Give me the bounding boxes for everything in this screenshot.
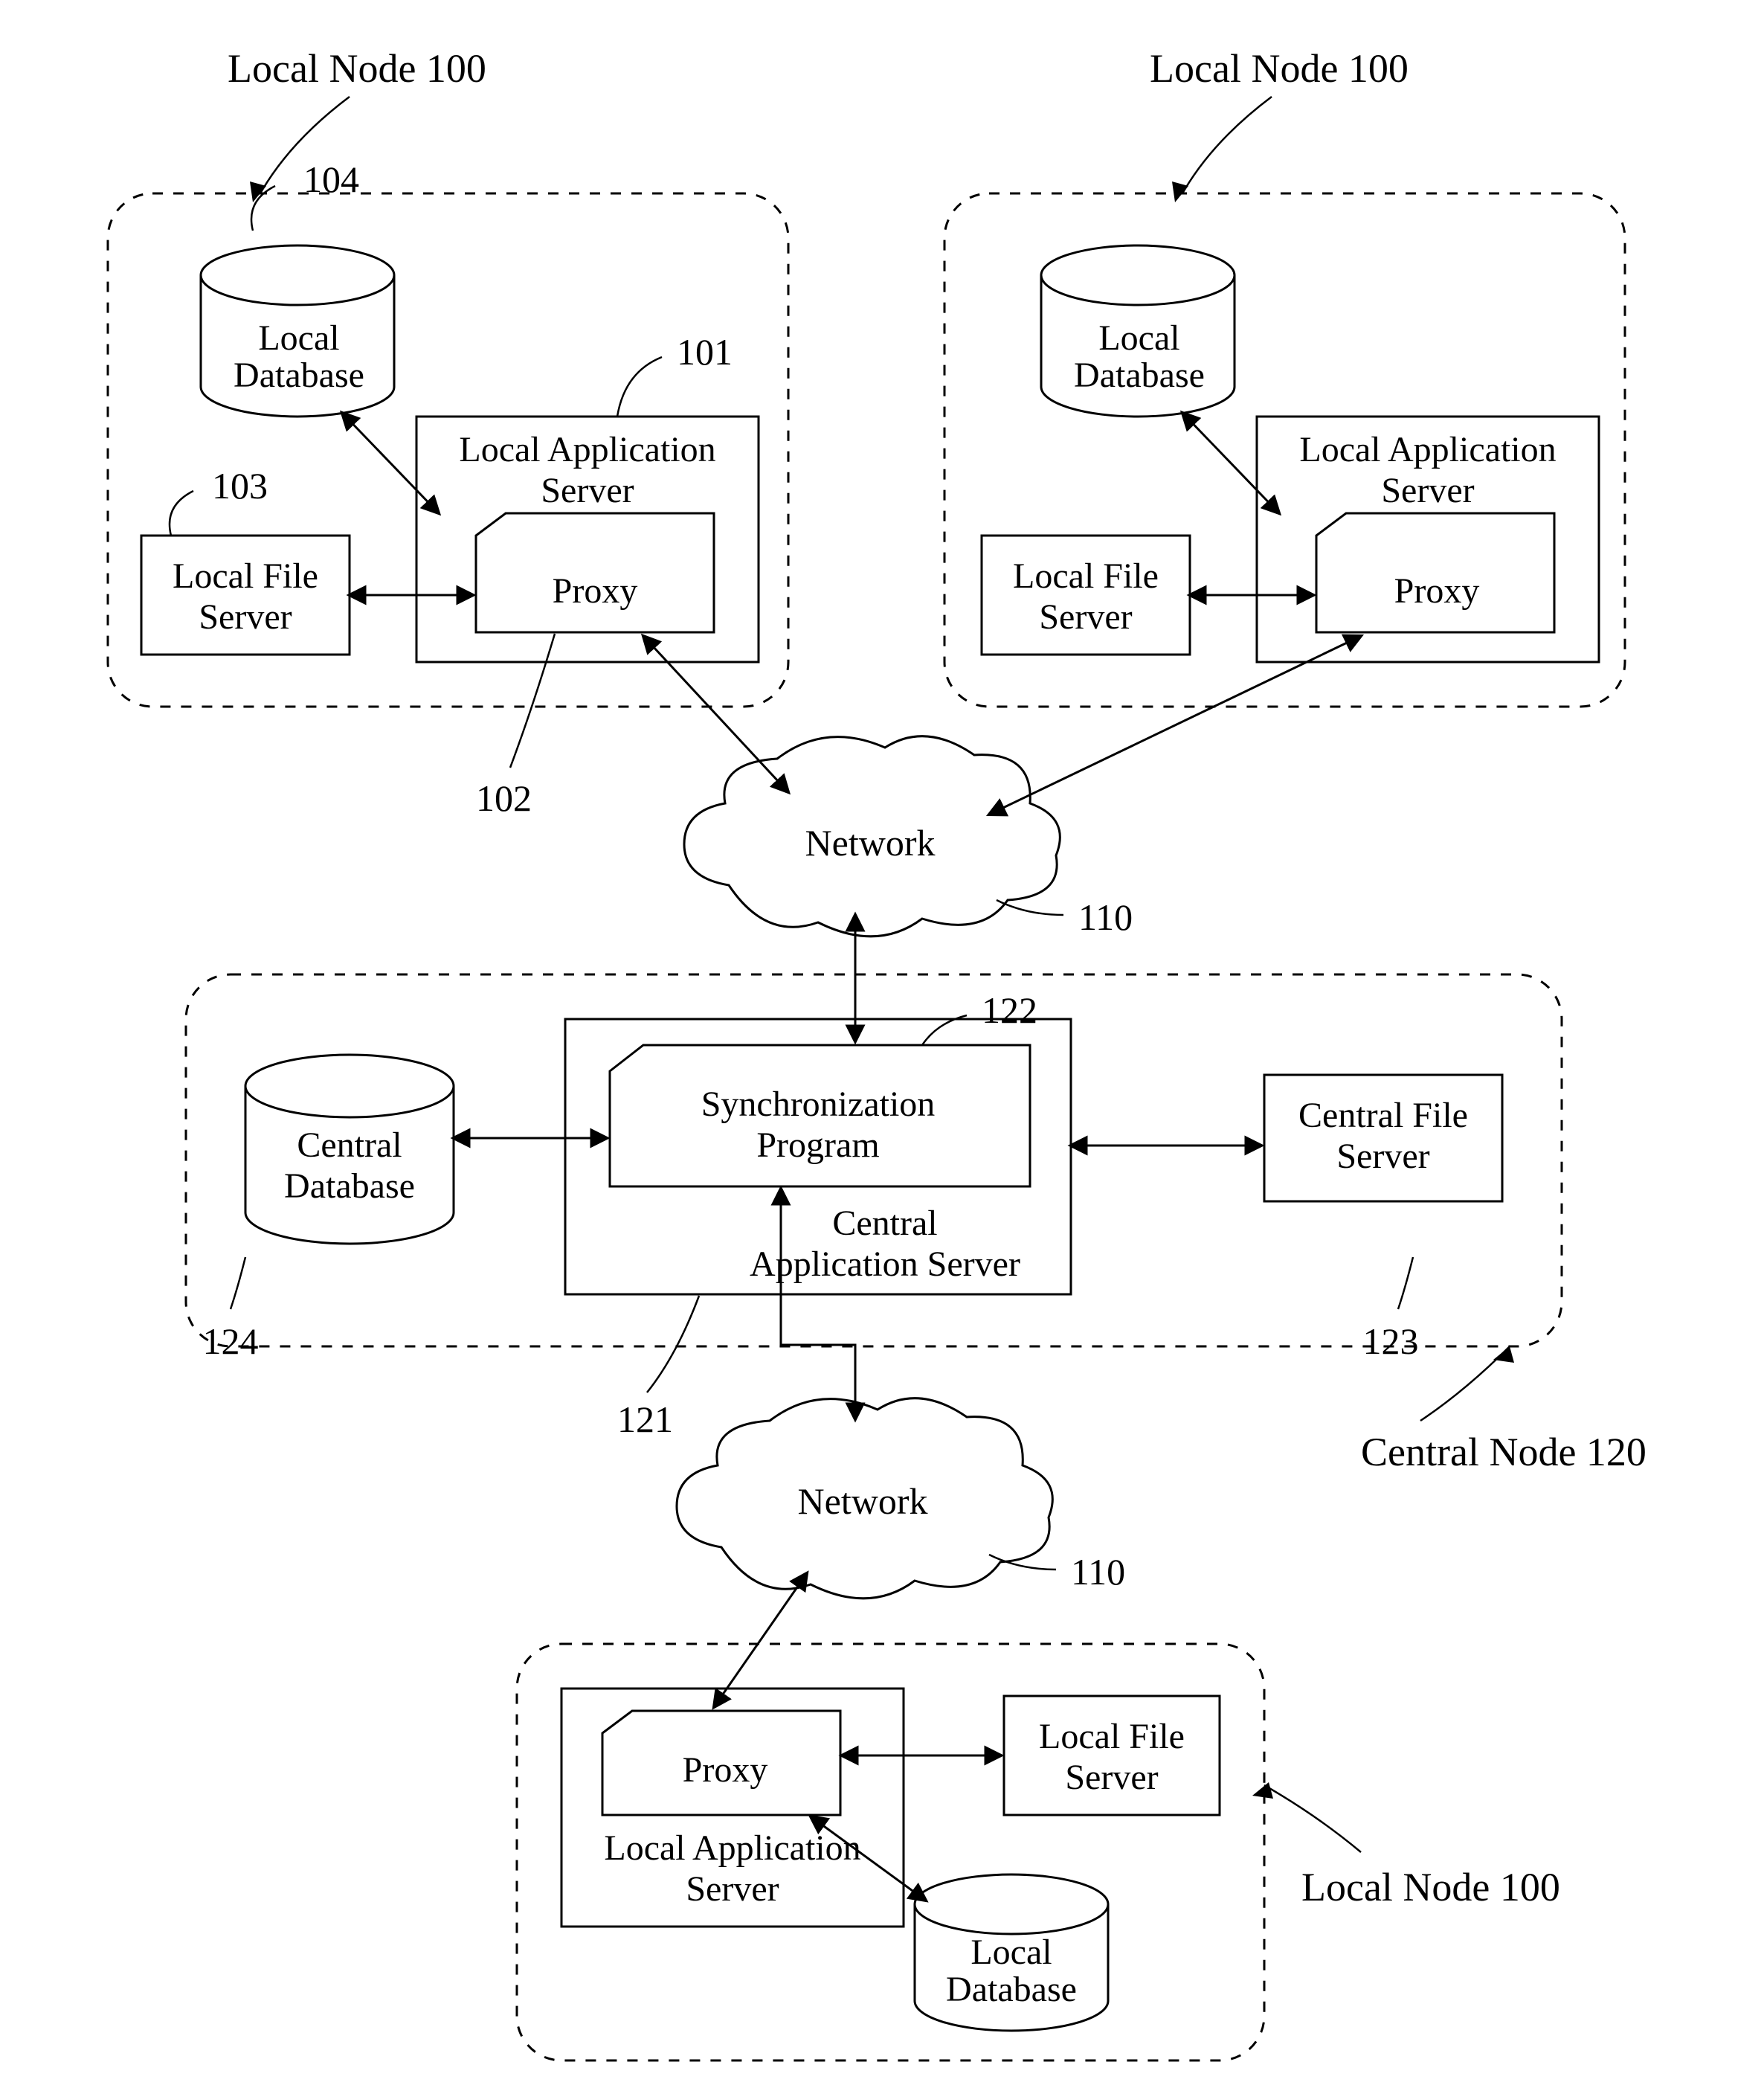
local-database: Local Database <box>1041 245 1235 417</box>
local-node-top-right: Local Node 100 Local Database Local File… <box>944 46 1625 707</box>
svg-text:Database: Database <box>1074 356 1205 395</box>
ref-123: 123 <box>1363 1320 1419 1362</box>
central-application-server: Central Application Server Synchronizati… <box>565 1019 1071 1294</box>
network-label: Network <box>805 822 936 864</box>
local-file-server: Local File Server <box>141 536 350 655</box>
local-database: Local Database <box>915 1874 1108 2031</box>
local-application-server: Local Application Server Proxy <box>416 417 759 662</box>
svg-text:Proxy: Proxy <box>1394 571 1480 611</box>
local-application-server: Local Application Server Proxy <box>1257 417 1599 662</box>
ref-101: 101 <box>677 331 733 373</box>
svg-text:Server: Server <box>686 1869 779 1909</box>
svg-text:Server: Server <box>1065 1758 1158 1797</box>
local-file-server: Local File Server <box>1004 1696 1220 1815</box>
local-node-bottom: Local Application Server Proxy Local Fil… <box>517 1644 1560 2060</box>
svg-text:Database: Database <box>946 1970 1077 2009</box>
svg-text:Local Application: Local Application <box>604 1828 860 1868</box>
proxy: Proxy <box>602 1711 840 1815</box>
ref-103: 103 <box>212 465 268 507</box>
ref-104: 104 <box>303 158 359 200</box>
network-cloud-bottom: Network <box>677 1398 1052 1599</box>
svg-text:Local File: Local File <box>1013 556 1159 596</box>
svg-text:Server: Server <box>199 597 292 637</box>
title: Local Node 100 <box>1150 46 1409 91</box>
ref-110-top: 110 <box>1078 896 1133 938</box>
svg-text:Server: Server <box>1381 471 1474 510</box>
local-application-server: Local Application Server Proxy <box>561 1689 904 1927</box>
svg-text:Central File: Central File <box>1298 1096 1468 1135</box>
bottom-node-title: Local Node 100 <box>1301 1865 1560 1909</box>
svg-text:Central: Central <box>297 1125 402 1165</box>
svg-text:Local: Local <box>258 318 339 358</box>
central-file-server: Central File Server <box>1264 1075 1502 1201</box>
svg-text:Program: Program <box>756 1125 879 1165</box>
network-label: Network <box>798 1480 928 1522</box>
local-file-server: Local File Server <box>982 536 1190 655</box>
ref-124: 124 <box>203 1320 259 1362</box>
svg-text:Central: Central <box>832 1204 937 1243</box>
svg-text:Local: Local <box>970 1933 1052 1972</box>
local-node-top-left: Local Node 100 Local Database 104 Local … <box>108 46 788 707</box>
svg-text:Application Server: Application Server <box>750 1244 1020 1284</box>
local-database: Local Database <box>201 245 394 417</box>
svg-text:Proxy: Proxy <box>553 571 638 611</box>
svg-text:Local Application: Local Application <box>1299 430 1556 469</box>
central-database: Central Database <box>245 1055 454 1244</box>
ref-102: 102 <box>476 777 532 819</box>
svg-text:Proxy: Proxy <box>683 1750 768 1790</box>
network-cloud-top: Network <box>684 736 1060 937</box>
svg-text:Local File: Local File <box>1039 1717 1185 1756</box>
svg-text:Database: Database <box>234 356 364 395</box>
svg-text:Local Application: Local Application <box>459 430 715 469</box>
ref-122: 122 <box>982 989 1037 1031</box>
svg-text:Server: Server <box>541 471 634 510</box>
ref-110-bottom: 110 <box>1071 1551 1125 1593</box>
svg-text:Local File: Local File <box>173 556 318 596</box>
svg-text:Synchronization: Synchronization <box>701 1085 936 1124</box>
ref-121: 121 <box>617 1398 673 1440</box>
svg-text:Local: Local <box>1098 318 1179 358</box>
title: Local Node 100 <box>228 46 486 91</box>
svg-text:Server: Server <box>1336 1137 1429 1176</box>
proxy: Proxy <box>1316 513 1554 632</box>
proxy: Proxy <box>476 513 714 632</box>
central-node-title: Central Node 120 <box>1361 1430 1646 1474</box>
svg-text:Database: Database <box>284 1166 415 1206</box>
synchronization-program: Synchronization Program <box>610 1045 1030 1186</box>
svg-text:Server: Server <box>1039 597 1132 637</box>
